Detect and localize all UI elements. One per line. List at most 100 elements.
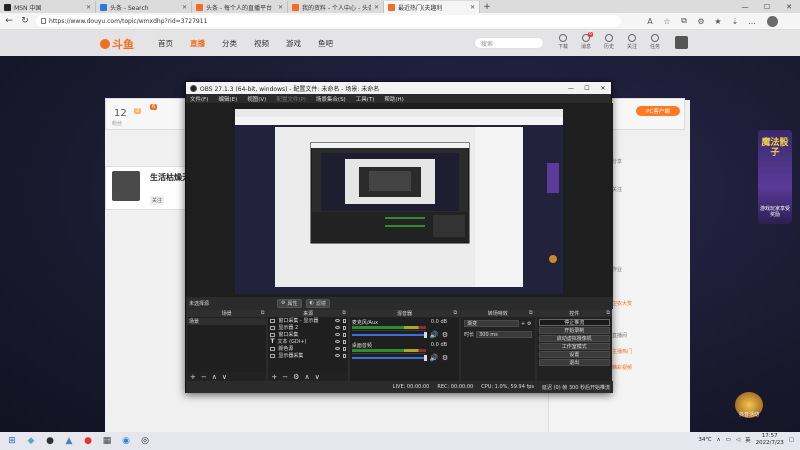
- maximize-button[interactable]: ☐: [756, 0, 778, 13]
- collections-icon[interactable]: ⧉: [679, 16, 689, 26]
- gear-icon[interactable]: ⚙: [442, 354, 448, 362]
- source-item[interactable]: T 文本 (GDI+): [268, 338, 347, 345]
- menu-help[interactable]: 帮助(H): [384, 95, 403, 103]
- studio-mode-button[interactable]: 工作室模式: [538, 343, 610, 350]
- weather-temp[interactable]: 34℃: [698, 437, 711, 443]
- eye-icon[interactable]: [334, 340, 340, 343]
- eye-icon[interactable]: [334, 319, 340, 322]
- eye-icon[interactable]: [334, 354, 340, 357]
- input-language[interactable]: 英: [745, 436, 751, 444]
- menu-file[interactable]: 文件(F): [190, 95, 208, 103]
- exit-button[interactable]: 退出: [538, 359, 610, 366]
- move-up-icon[interactable]: ∧: [212, 373, 217, 381]
- menu-edit[interactable]: 编辑(E): [218, 95, 237, 103]
- history-icon[interactable]: 历史: [602, 34, 616, 50]
- lock-icon[interactable]: [342, 339, 346, 344]
- network-icon[interactable]: ▭: [726, 437, 731, 443]
- lock-icon[interactable]: [342, 318, 346, 323]
- close-window-button[interactable]: ✕: [595, 82, 611, 94]
- float-icon[interactable]: ⧉: [529, 310, 533, 316]
- user-avatar[interactable]: [675, 36, 688, 49]
- move-up-icon[interactable]: ∧: [304, 373, 309, 381]
- pc-client-button[interactable]: PC客户端: [636, 106, 680, 116]
- profile-avatar[interactable]: [767, 15, 778, 27]
- nav-video[interactable]: 视频: [254, 38, 269, 49]
- close-icon[interactable]: ✕: [374, 4, 379, 11]
- extensions-icon[interactable]: ⚙: [696, 16, 706, 26]
- source-item[interactable]: 显示器采集: [268, 352, 347, 359]
- close-icon[interactable]: ✕: [182, 4, 187, 11]
- right-panel-link[interactable]: 卫衣大赏: [612, 300, 632, 307]
- back-icon[interactable]: ←: [4, 16, 14, 26]
- move-down-icon[interactable]: ∨: [315, 373, 320, 381]
- browser-tab[interactable]: 头条 - Search ✕: [96, 1, 192, 13]
- stop-streaming-button[interactable]: 停止推流: [538, 319, 610, 326]
- volume-slider[interactable]: [351, 334, 426, 336]
- app-icon[interactable]: ●: [81, 434, 95, 448]
- lock-icon[interactable]: [342, 332, 346, 337]
- browser-tab[interactable]: 我的资料 - 个人中心 - 头条 ✕: [288, 1, 384, 13]
- browser-tab[interactable]: 头条 - 每个人的直播平台 ✕: [192, 1, 288, 13]
- browser-tab[interactable]: MSN 中国 ✕: [0, 1, 96, 13]
- message-icon[interactable]: 6 消息: [579, 32, 593, 50]
- gear-icon[interactable]: ⚙: [293, 373, 299, 381]
- volume-slider[interactable]: [351, 357, 426, 359]
- minimize-button[interactable]: —: [563, 82, 579, 94]
- duration-field[interactable]: 300 ms: [476, 331, 532, 338]
- preview-canvas[interactable]: [235, 109, 563, 294]
- downloads-icon[interactable]: ⇣: [730, 16, 740, 26]
- app-icon[interactable]: ◆: [24, 434, 38, 448]
- source-item[interactable]: 窗口采集 - 显示器: [268, 317, 347, 324]
- add-icon[interactable]: +: [271, 373, 277, 381]
- add-icon[interactable]: +: [190, 373, 196, 381]
- minimize-button[interactable]: —: [734, 0, 756, 13]
- gear-icon[interactable]: ⚙: [442, 331, 448, 339]
- right-panel-link[interactable]: 精彩视频: [612, 364, 632, 371]
- volume-slider-handle[interactable]: [423, 332, 427, 338]
- remove-icon[interactable]: −: [282, 373, 288, 381]
- nav-category[interactable]: 分类: [222, 38, 237, 49]
- favorites-bar-icon[interactable]: ★: [713, 16, 723, 26]
- lock-icon[interactable]: [342, 346, 346, 351]
- speaker-icon[interactable]: 🔊: [430, 354, 439, 362]
- close-window-button[interactable]: ✕: [778, 0, 800, 13]
- volume-icon[interactable]: ◁: [736, 437, 740, 443]
- new-tab-button[interactable]: +: [480, 1, 494, 13]
- eye-icon[interactable]: [334, 347, 340, 350]
- lock-icon[interactable]: [342, 325, 346, 330]
- nav-game[interactable]: 游戏: [286, 38, 301, 49]
- menu-tools[interactable]: 工具(T): [356, 95, 375, 103]
- refresh-icon[interactable]: ↻: [20, 16, 30, 26]
- source-item[interactable]: 显示器 2: [268, 324, 347, 331]
- eye-icon[interactable]: [334, 326, 340, 329]
- scene-item[interactable]: 场景: [187, 318, 267, 325]
- close-icon[interactable]: ✕: [86, 4, 91, 11]
- download-app-icon[interactable]: 下载: [556, 34, 570, 50]
- properties-button[interactable]: ⚙ 属性: [277, 298, 302, 308]
- right-panel-link[interactable]: 主播热门: [612, 348, 632, 355]
- speaker-icon[interactable]: 🔊: [430, 331, 439, 339]
- maximize-button[interactable]: ☐: [579, 82, 595, 94]
- gear-icon[interactable]: ⚙: [527, 321, 531, 327]
- float-icon[interactable]: ⧉: [606, 310, 610, 316]
- move-down-icon[interactable]: ∨: [222, 373, 227, 381]
- task-icon[interactable]: 任务: [648, 34, 662, 50]
- url-field[interactable]: https://www.douyu.com/topic/wmxdhp?rid=3…: [36, 15, 621, 27]
- anchor-name[interactable]: 生活枯燥无: [150, 172, 190, 183]
- filters-button[interactable]: ◐ 滤镜: [305, 298, 330, 308]
- start-recording-button[interactable]: 开始录制: [538, 327, 610, 334]
- read-aloud-icon[interactable]: A: [645, 16, 655, 26]
- float-icon[interactable]: ⧉: [342, 310, 346, 316]
- tray-arrow-icon[interactable]: ∧: [717, 437, 721, 443]
- favorite-icon[interactable]: ☆: [662, 16, 672, 26]
- nav-live[interactable]: 直播: [190, 38, 205, 49]
- browser-tab-active[interactable]: 最近热门(夫趣利 ✕: [384, 1, 480, 13]
- windows-start-icon[interactable]: ⊞: [5, 434, 19, 448]
- source-item[interactable]: 窗口采集: [268, 331, 347, 338]
- follow-icon[interactable]: 关注: [625, 34, 639, 50]
- virtual-camera-button[interactable]: 启动虚拟摄像机: [538, 335, 610, 342]
- more-icon[interactable]: …: [747, 16, 757, 26]
- clock[interactable]: 17:57 2022/7/23: [756, 433, 784, 447]
- float-icon[interactable]: ⧉: [261, 310, 265, 316]
- eye-icon[interactable]: [334, 333, 340, 336]
